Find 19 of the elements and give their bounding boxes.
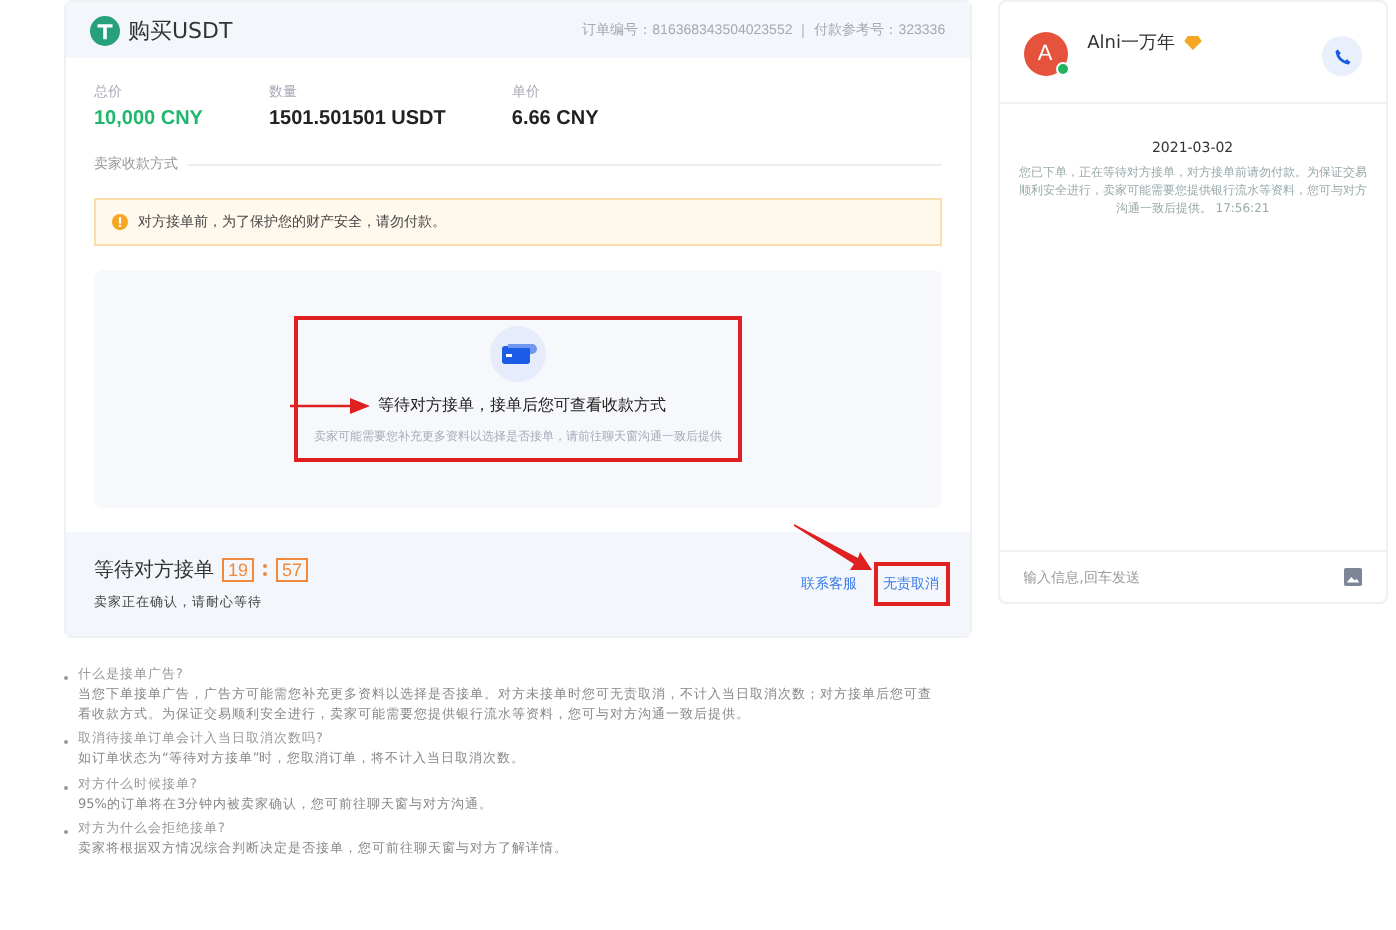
wallet-icon [489, 326, 546, 382]
stat-value: 1501.501501 USDT [268, 108, 446, 130]
contact-name: Alni一万年 [1087, 31, 1175, 56]
coin-icon [90, 15, 120, 45]
arrow-icon [793, 522, 874, 574]
call-button[interactable] [1322, 36, 1362, 76]
avatar: A [1023, 32, 1068, 76]
stat-value: 10,000 CNY [94, 108, 203, 130]
order-title: 购买USDT [128, 15, 233, 45]
status-title: 等待对方接单 [94, 557, 214, 584]
countdown-minutes: 19 [222, 558, 255, 582]
pending-title: 等待对方接单，接单后您可查看收款方式 [377, 394, 666, 416]
warning-icon [112, 214, 128, 230]
countdown-seconds: 57 [276, 558, 309, 582]
diamond-icon [1184, 36, 1203, 50]
image-icon [1344, 568, 1362, 586]
phone-icon [1333, 47, 1351, 65]
stat-value: 6.66 CNY [511, 108, 599, 130]
colon-icon [262, 562, 269, 578]
